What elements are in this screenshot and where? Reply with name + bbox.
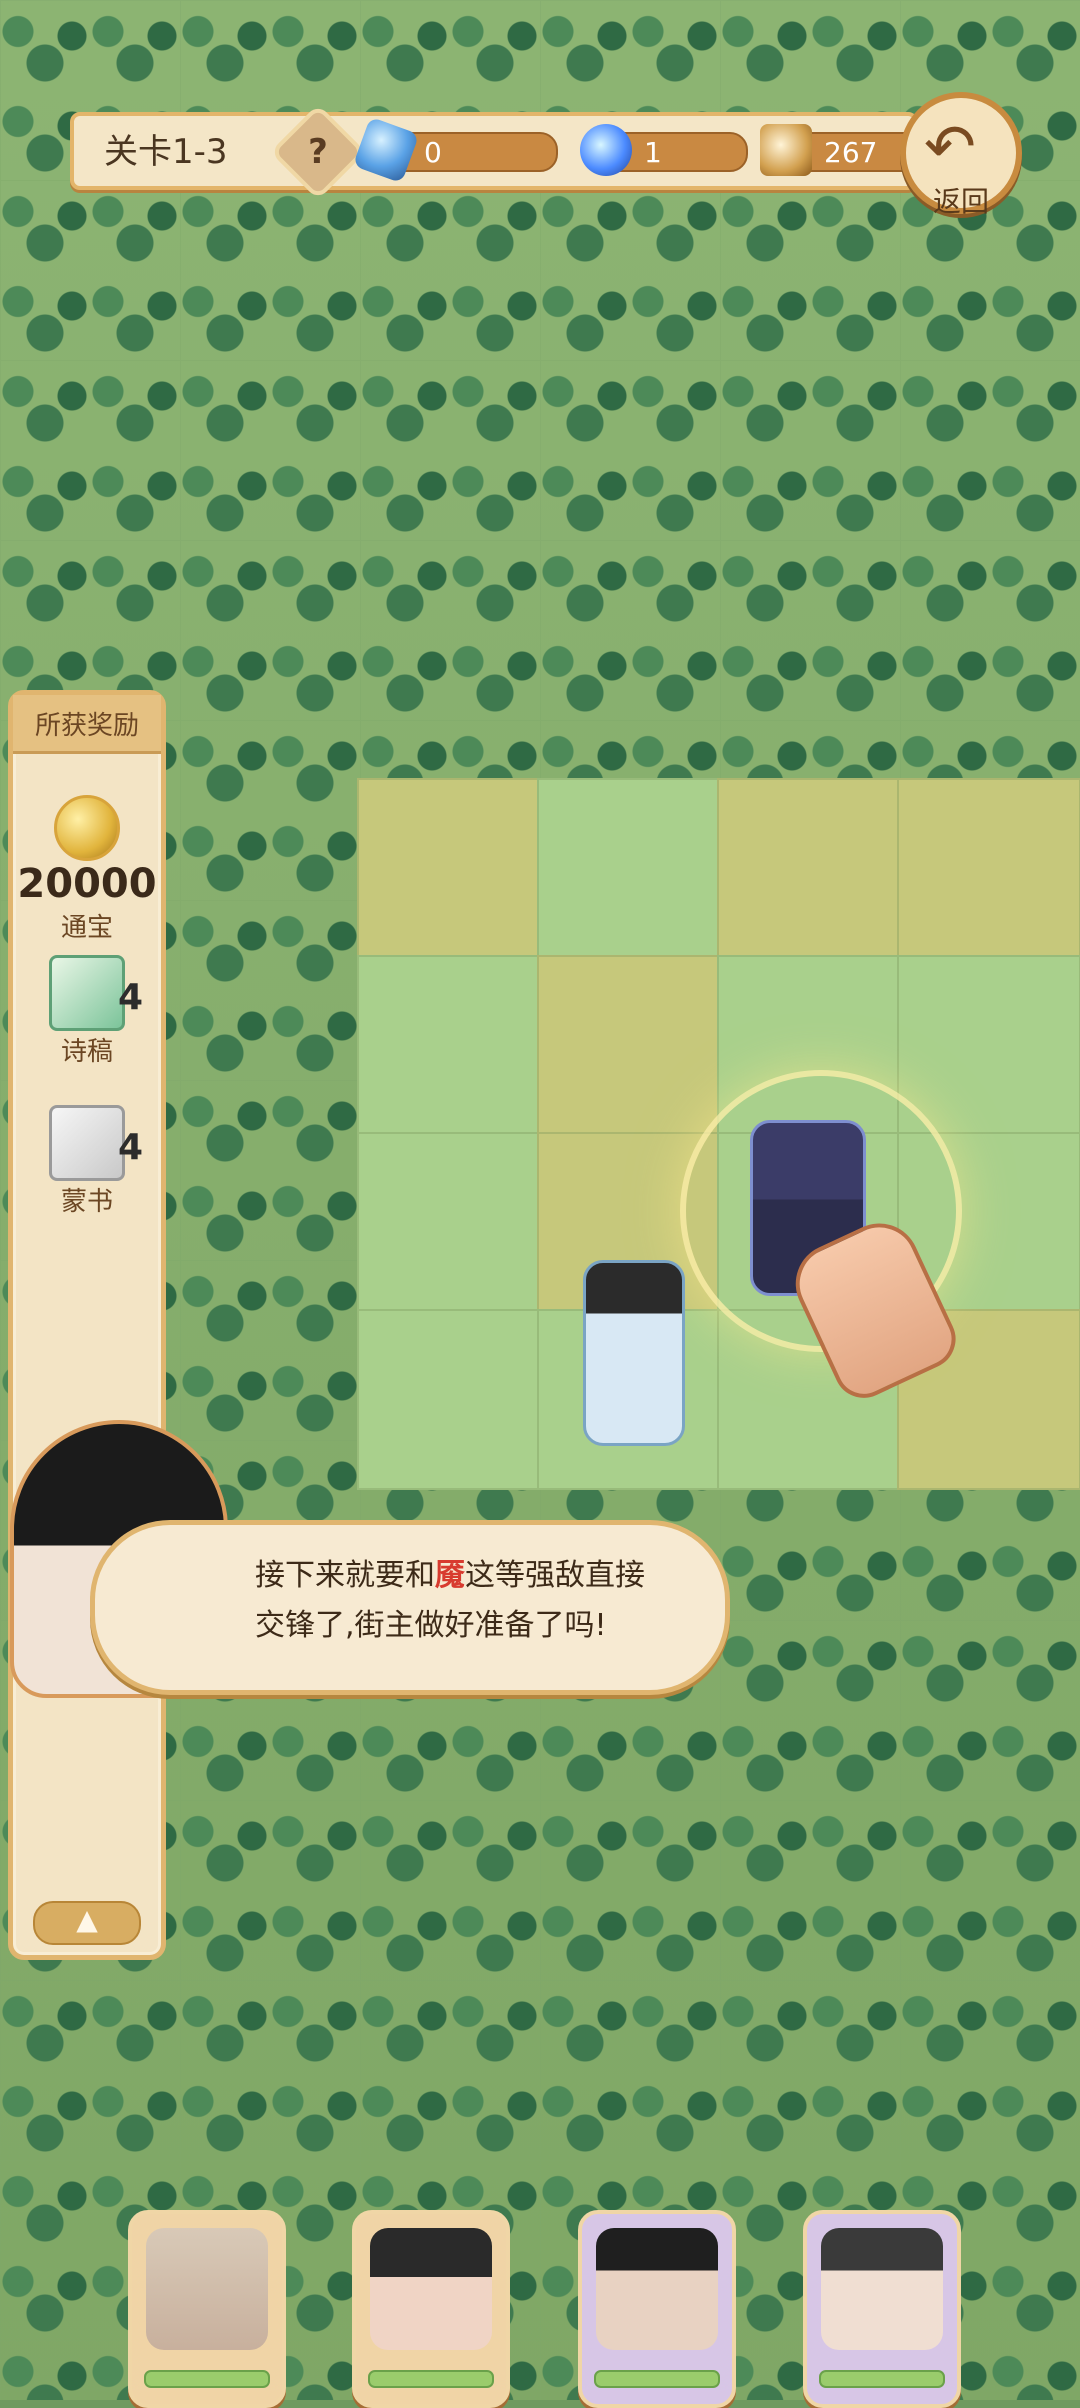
- level-label: 关卡1-3: [104, 132, 228, 172]
- reward-poem-name: 诗稿: [60, 1037, 113, 1067]
- dialog-line1-start: 接下来就要和: [255, 1558, 435, 1593]
- help-icon: ?: [308, 132, 328, 172]
- board-tile[interactable]: [357, 1309, 541, 1490]
- reward-mengshu-count: 4: [117, 1127, 143, 1168]
- reward-mengshu-name: 蒙书: [60, 1187, 113, 1217]
- reward-coins-value: 20000: [17, 861, 157, 907]
- cup-icon: [760, 124, 812, 176]
- help-button[interactable]: ?: [269, 103, 367, 201]
- team-card-4[interactable]: [803, 2210, 961, 2408]
- team-health-bar-4: [819, 2370, 945, 2388]
- dialog-bubble[interactable]: 接下来就要和魇这等强敌直接 交锋了,街主做好准备了吗!: [90, 1520, 730, 1695]
- board-tile[interactable]: [357, 778, 541, 959]
- team-portrait-2: [370, 2228, 492, 2350]
- team-card-1[interactable]: [128, 2210, 286, 2408]
- team-card-3[interactable]: [578, 2210, 736, 2408]
- back-button[interactable]: ↶ 返回: [900, 92, 1022, 218]
- board-tile[interactable]: [897, 778, 1080, 959]
- back-label: 返回: [932, 185, 989, 218]
- reward-coins: 20000 通宝: [13, 795, 161, 944]
- up-arrow-icon: ▲: [76, 1903, 98, 1936]
- book-icon: [49, 1105, 125, 1181]
- board-tile[interactable]: [357, 955, 541, 1136]
- top-hud: 关卡1-3 ? 0 1 267: [70, 103, 948, 201]
- crystal-value: 0: [424, 136, 442, 169]
- team-card-2[interactable]: [352, 2210, 510, 2408]
- dialog-text: 接下来就要和魇这等强敌直接 交锋了,街主做好准备了吗!: [255, 1551, 685, 1651]
- poem-scroll-icon: [49, 955, 125, 1031]
- hero-character[interactable]: [583, 1260, 685, 1446]
- crystal-icon: [352, 116, 420, 184]
- rewards-title: 所获奖励: [13, 695, 161, 754]
- reward-poem: 4 诗稿: [13, 955, 161, 1068]
- reward-mengshu: 4 蒙书: [13, 1105, 161, 1218]
- team-portrait-3: [596, 2228, 718, 2350]
- board-tile[interactable]: [357, 1132, 541, 1313]
- board-tile[interactable]: [537, 778, 721, 959]
- team-health-bar-2: [368, 2370, 494, 2388]
- dialog-highlight: 魇: [435, 1558, 465, 1593]
- flame-counter: 1: [580, 124, 748, 176]
- flame-value: 1: [644, 136, 662, 169]
- team-portrait-4: [821, 2228, 943, 2350]
- team-health-bar-3: [594, 2370, 720, 2388]
- board-tile[interactable]: [897, 955, 1080, 1136]
- reward-poem-count: 4: [117, 977, 143, 1018]
- flame-icon: [580, 124, 632, 176]
- back-arrow-icon: ↶: [924, 110, 976, 183]
- dialog-line2: 交锋了,街主做好准备了吗!: [255, 1608, 607, 1643]
- crystal-counter: 0: [352, 116, 558, 184]
- board-tile[interactable]: [717, 778, 901, 959]
- reward-coins-name: 通宝: [60, 913, 113, 943]
- cup-value: 267: [824, 136, 878, 169]
- team-health-bar-1: [144, 2370, 270, 2388]
- coin-icon: [54, 795, 120, 861]
- dialog-line1-end: 这等强敌直接: [465, 1558, 645, 1593]
- rewards-toggle[interactable]: ▲: [33, 1901, 141, 1945]
- rewards-panel: 所获奖励 20000 通宝 4 诗稿 4 蒙书 ▲: [8, 690, 166, 1960]
- board-tile[interactable]: [537, 955, 721, 1136]
- team-portrait-1: [146, 2228, 268, 2350]
